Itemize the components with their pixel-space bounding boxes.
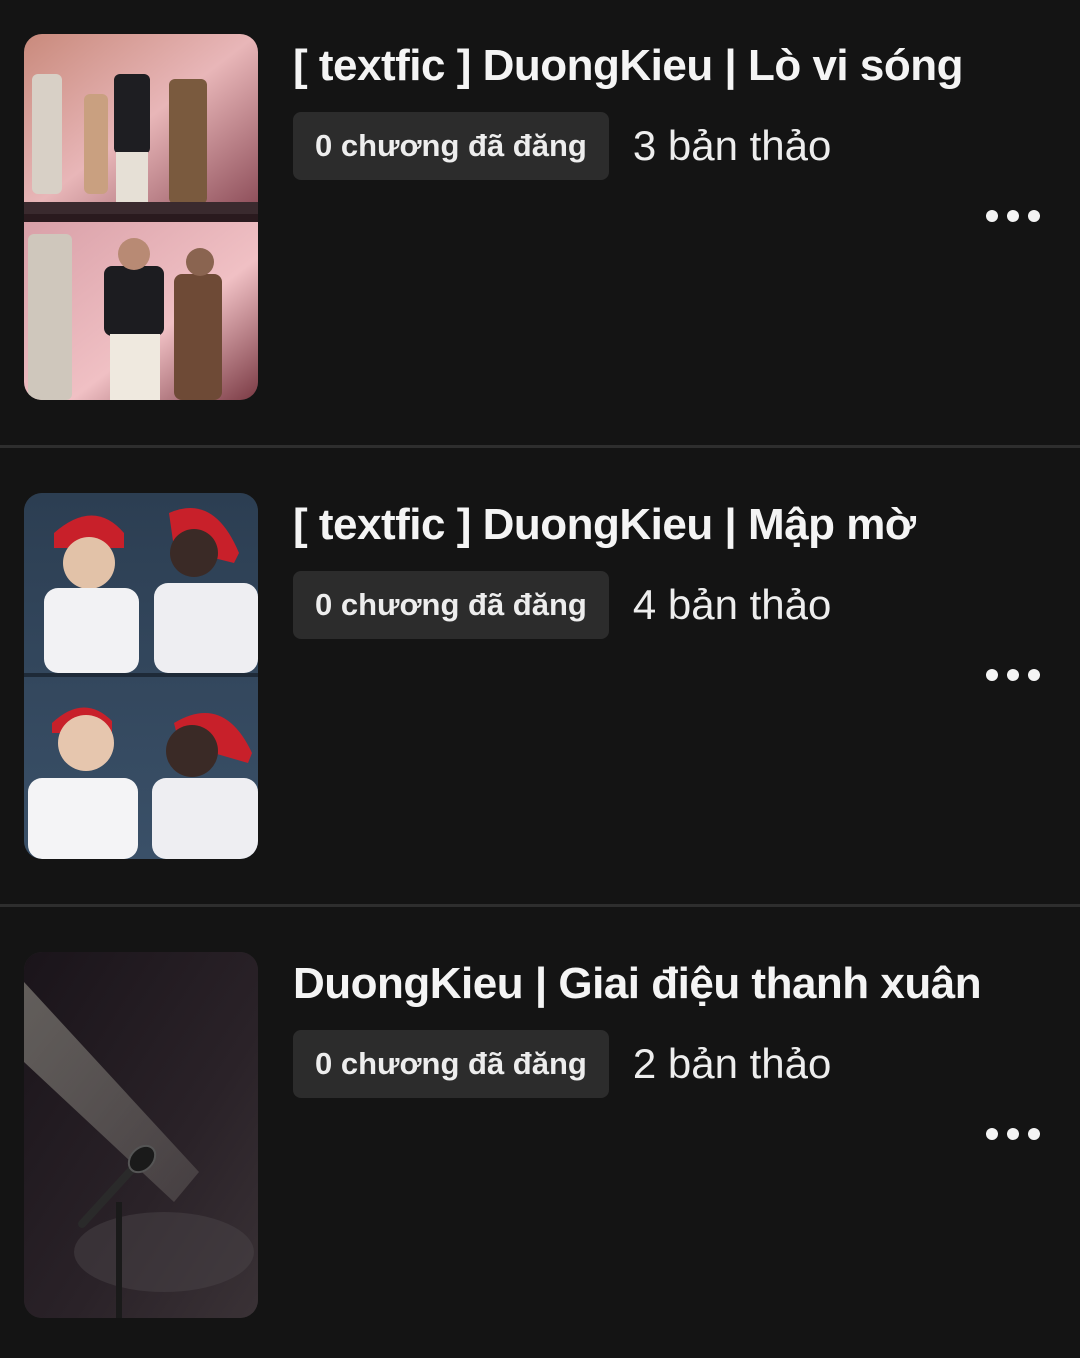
published-count-badge: 0 chương đã đăng	[293, 112, 609, 180]
story-title[interactable]: [ textfic ] DuongKieu | Lò vi sóng	[293, 36, 1040, 96]
story-title[interactable]: [ textfic ] DuongKieu | Mập mờ	[293, 495, 1040, 555]
more-options-button[interactable]	[986, 196, 1040, 236]
story-cover[interactable]	[24, 952, 258, 1318]
drafts-count: 2 bản thảo	[632, 1040, 832, 1087]
story-cover[interactable]	[24, 34, 258, 400]
spotlight-microphone-photo-icon	[24, 952, 258, 1318]
story-meta: 0 chương đã đăng 3 bản thảo	[293, 112, 1040, 180]
story-item[interactable]: [ textfic ] DuongKieu | Mập mờ 0 chương …	[0, 459, 1080, 918]
story-info: [ textfic ] DuongKieu | Lò vi sóng 0 chư…	[293, 36, 1040, 180]
story-meta: 0 chương đã đăng 4 bản thảo	[293, 571, 1040, 639]
story-title[interactable]: DuongKieu | Giai điệu thanh xuân	[293, 954, 1040, 1014]
drafts-count: 4 bản thảo	[632, 581, 832, 628]
story-item[interactable]: DuongKieu | Giai điệu thanh xuân 0 chươn…	[0, 918, 1080, 1358]
concert-stage-photo-icon	[24, 34, 258, 400]
more-dots-icon	[986, 669, 998, 681]
more-options-button[interactable]	[986, 1114, 1040, 1154]
more-dots-icon	[986, 1128, 998, 1140]
santa-hat-duo-photo-icon	[24, 493, 258, 859]
story-meta: 0 chương đã đăng 2 bản thảo	[293, 1030, 1040, 1098]
story-list: [ textfic ] DuongKieu | Lò vi sóng 0 chư…	[0, 0, 1080, 1358]
divider	[0, 445, 1080, 448]
story-item[interactable]: [ textfic ] DuongKieu | Lò vi sóng 0 chư…	[0, 0, 1080, 459]
more-dots-icon	[986, 210, 998, 222]
divider	[0, 904, 1080, 907]
story-cover[interactable]	[24, 493, 258, 859]
published-count-badge: 0 chương đã đăng	[293, 571, 609, 639]
story-info: DuongKieu | Giai điệu thanh xuân 0 chươn…	[293, 954, 1040, 1098]
published-count-badge: 0 chương đã đăng	[293, 1030, 609, 1098]
more-options-button[interactable]	[986, 655, 1040, 695]
story-info: [ textfic ] DuongKieu | Mập mờ 0 chương …	[293, 495, 1040, 639]
drafts-count: 3 bản thảo	[632, 122, 832, 169]
